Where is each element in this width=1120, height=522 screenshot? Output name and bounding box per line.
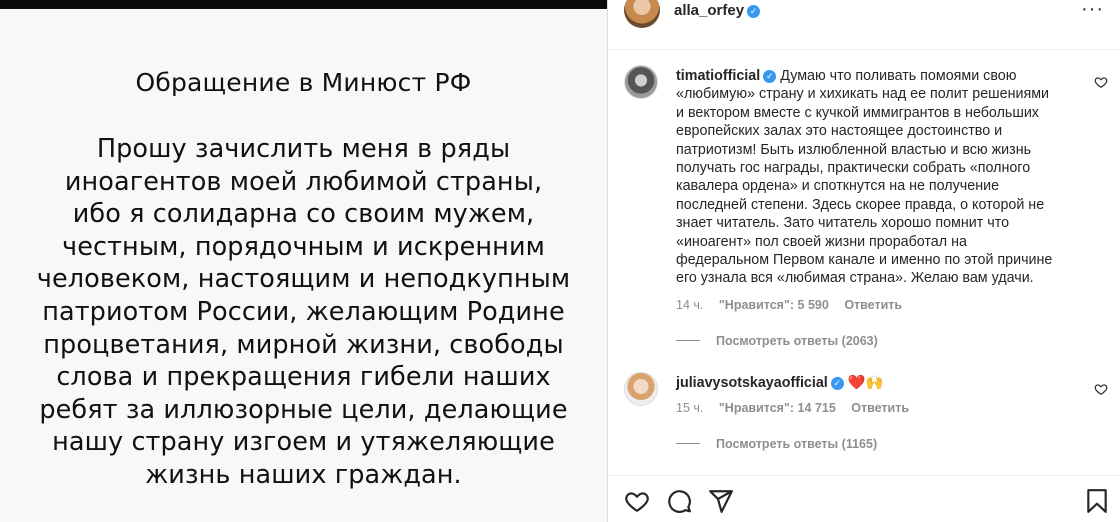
author-avatar[interactable] [624, 0, 660, 28]
image-title: Обращение в Минюст РФ [135, 68, 472, 97]
image-line: процветания, мирной жизни, свободы [43, 329, 564, 360]
post-header: alla_orfey ✓ ··· [608, 0, 1120, 50]
comment-icon[interactable] [666, 488, 692, 514]
comment-line: Думаю что поливать помоями свою [780, 68, 1017, 84]
image-line: ибо я солидарна со своим мужем, [72, 199, 535, 230]
bookmark-icon[interactable] [1084, 488, 1110, 514]
commenter-username[interactable]: juliavysotskayaofficial [676, 375, 828, 391]
comment-time[interactable]: 15 ч. [676, 401, 703, 415]
comment-line: и вектором вместе с кучкой иммигрантов в… [676, 104, 1039, 121]
commenter-avatar[interactable] [624, 65, 658, 99]
view-replies-button[interactable]: Посмотреть ответы (1165) [676, 437, 877, 451]
share-icon[interactable] [708, 488, 734, 514]
reply-button[interactable]: Ответить [844, 298, 902, 312]
comment-text: timatiofficial ✓ Думаю что поливать помоя… [676, 67, 1076, 288]
image-line: нашу страну изгоем и утяжеляющие [52, 427, 555, 458]
like-comment-heart-icon[interactable] [1094, 75, 1108, 89]
author-username-text[interactable]: alla_orfey [674, 2, 744, 19]
commenter-avatar[interactable] [624, 372, 658, 406]
comments-panel: alla_orfey ✓ ··· timatiofficial ✓ Думаю чт… [608, 0, 1120, 522]
comment-meta: 14 ч. "Нравится": 5 590 Ответить [676, 298, 914, 312]
image-line: ребят за иллюзорные цели, делающие [39, 394, 568, 425]
comment-line: «иноагент» пол своей жизни проработал на [676, 233, 967, 250]
image-line: человеком, настоящим и неподкупным [36, 264, 571, 295]
image-line: Прошу зачислить меня в ряды [96, 134, 511, 164]
heart-icon[interactable] [624, 488, 650, 514]
replies-line [676, 340, 700, 341]
post-actions-bar [608, 475, 1120, 522]
image-top-bar [0, 0, 607, 9]
view-replies-button[interactable]: Посмотреть ответы (2063) [676, 334, 878, 348]
comment-time[interactable]: 14 ч. [676, 298, 703, 312]
like-comment-heart-icon[interactable] [1094, 382, 1108, 396]
author-username[interactable]: alla_orfey ✓ [674, 2, 761, 19]
comment-emoji-text: ❤️🙌 [847, 375, 884, 391]
comment-line: патриотизм! Быть излюбленной властью и в… [676, 141, 1032, 158]
view-replies-label[interactable]: Посмотреть ответы (2063) [716, 334, 878, 348]
replies-line [676, 443, 700, 444]
image-line: патриотом России, желающим Родине [42, 296, 565, 327]
comment-line: последней степени. Здесь скорее правда, … [676, 196, 1045, 213]
comment-line: «любимую» страну и хихикать над ее полит… [676, 86, 1050, 103]
comment-line: знает читатель. Зато читатель хорошо пом… [676, 215, 1010, 232]
comment-text: juliavysotskayaofficial ✓ ❤️🙌 [676, 374, 1076, 392]
comment-likes[interactable]: "Нравится": 14 715 [719, 401, 836, 415]
comment-line: его узнала вся «любимая страна». Желаю в… [676, 270, 1034, 287]
more-dots-icon[interactable]: ··· [1081, 0, 1104, 21]
comment-line: кавалера ордена» и споткнутся на не полу… [676, 178, 1000, 195]
image-body-text: Прошу зачислить меня в ряды иноагентов м… [14, 133, 593, 492]
comment-likes[interactable]: "Нравится": 5 590 [719, 298, 829, 312]
view-replies-label[interactable]: Посмотреть ответы (1165) [716, 437, 877, 451]
comment-line: федеральном Первом канале и именно по эт… [676, 252, 1053, 269]
verified-badge-icon: ✓ [747, 5, 761, 18]
commenter-username[interactable]: timatiofficial [676, 68, 760, 84]
comment-line: получать гос награды, практически собрат… [676, 160, 1031, 177]
image-line: слова и прекращения гибели наших [56, 362, 551, 393]
post-image: Обращение в Минюст РФ Прошу зачислить ме… [0, 0, 607, 522]
image-line: жизнь наших граждан. [145, 459, 462, 490]
comment-line: европейских залах это настоящее достоинс… [676, 123, 1003, 140]
reply-button[interactable]: Ответить [851, 401, 909, 415]
comment-meta: 15 ч. "Нравится": 14 715 Ответить [676, 401, 921, 415]
image-line: честным, порядочным и искренним [62, 231, 545, 262]
verified-badge-icon: ✓ [830, 377, 844, 390]
verified-badge-icon: ✓ [763, 70, 777, 83]
image-line: иноагентов моей любимой страны, [64, 166, 543, 197]
comment-line-first: timatiofficial ✓ Думаю что поливать помоя… [676, 67, 1076, 85]
